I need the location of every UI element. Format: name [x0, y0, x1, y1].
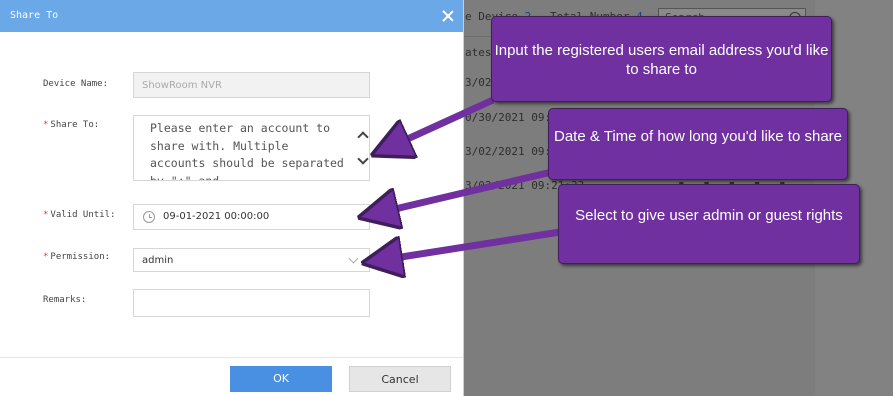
- callout-permission-hint: Select to give user admin or guest right…: [558, 184, 860, 264]
- callout-share-to-hint: Input the registered users email address…: [491, 16, 832, 102]
- arrow-to-valid-until: [378, 166, 561, 213]
- callout-valid-until-hint: Date & Time of how long you'd like to sh…: [548, 108, 848, 180]
- arrow-to-permission: [382, 228, 561, 260]
- arrow-to-share-to: [390, 96, 495, 147]
